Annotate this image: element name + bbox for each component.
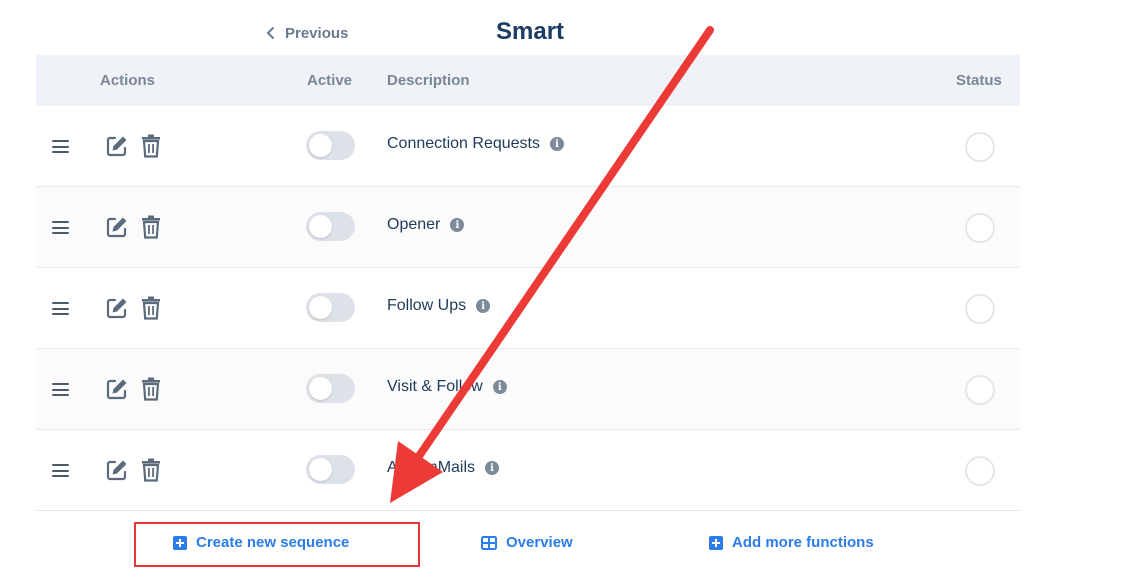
overview-label: Overview — [506, 534, 573, 551]
create-new-sequence-button[interactable]: Create new sequence — [173, 534, 349, 551]
description-text: Visit & Follow — [387, 378, 483, 395]
description-text: Follow Ups — [387, 297, 467, 314]
info-icon[interactable]: i — [485, 461, 500, 475]
info-icon[interactable]: i — [492, 380, 507, 394]
edit-icon[interactable] — [106, 459, 128, 481]
status-indicator — [965, 375, 995, 405]
footer-actions: Create new sequence Overview Add more fu… — [0, 512, 1135, 588]
active-toggle[interactable] — [306, 212, 355, 241]
drag-handle-icon[interactable] — [52, 302, 69, 315]
description-text: Auto InMails — [387, 459, 476, 476]
top-bar: Previous Smart — [0, 0, 1135, 55]
trash-icon[interactable] — [140, 134, 162, 158]
table-body: Connection Requests i Opener i Follow Up… — [36, 106, 1020, 511]
column-header-actions: Actions — [100, 72, 156, 89]
add-more-functions-label: Add more functions — [732, 534, 874, 551]
grid-icon — [481, 535, 497, 550]
edit-icon[interactable] — [106, 135, 128, 157]
overview-button[interactable]: Overview — [481, 534, 573, 551]
description-text: Opener — [387, 216, 441, 233]
description-cell: Opener i — [387, 216, 465, 234]
status-indicator — [965, 456, 995, 486]
table-row: Connection Requests i — [36, 106, 1020, 187]
description-text: Connection Requests — [387, 135, 540, 152]
info-icon[interactable]: i — [476, 299, 491, 313]
trash-icon[interactable] — [140, 215, 162, 239]
info-icon[interactable]: i — [549, 137, 564, 151]
description-cell: Auto InMails i — [387, 459, 500, 477]
drag-handle-icon[interactable] — [52, 383, 69, 396]
status-indicator — [965, 132, 995, 162]
info-icon[interactable]: i — [450, 218, 465, 232]
previous-link[interactable]: Previous — [265, 22, 348, 44]
previous-label: Previous — [285, 24, 349, 42]
column-header-active: Active — [307, 72, 353, 89]
chevron-left-icon — [267, 27, 274, 39]
column-header-description: Description — [387, 72, 470, 89]
active-toggle[interactable] — [306, 293, 355, 322]
edit-icon[interactable] — [106, 297, 128, 319]
drag-handle-icon[interactable] — [52, 140, 69, 153]
description-cell: Connection Requests i — [387, 135, 564, 153]
table-row: Auto InMails i — [36, 430, 1020, 511]
plus-square-icon — [173, 535, 187, 550]
status-indicator — [965, 294, 995, 324]
trash-icon[interactable] — [140, 377, 162, 401]
active-toggle[interactable] — [306, 455, 355, 484]
column-header-status: Status — [956, 72, 1002, 89]
create-new-sequence-label: Create new sequence — [196, 534, 350, 551]
table-row: Opener i — [36, 187, 1020, 268]
description-cell: Visit & Follow i — [387, 378, 507, 396]
page-title: Smart — [496, 18, 565, 45]
add-more-functions-button[interactable]: Add more functions — [709, 534, 874, 551]
table-row: Visit & Follow i — [36, 349, 1020, 430]
active-toggle[interactable] — [306, 374, 355, 403]
table-row: Follow Ups i — [36, 268, 1020, 349]
drag-handle-icon[interactable] — [52, 221, 69, 234]
plus-square-icon — [709, 535, 723, 550]
edit-icon[interactable] — [106, 216, 128, 238]
table-header: Actions Active Description Status — [36, 55, 1020, 106]
active-toggle[interactable] — [306, 131, 355, 160]
status-indicator — [965, 213, 995, 243]
drag-handle-icon[interactable] — [52, 464, 69, 477]
edit-icon[interactable] — [106, 378, 128, 400]
sequence-table: Actions Active Description Status Connec… — [36, 55, 1020, 511]
trash-icon[interactable] — [140, 458, 162, 482]
trash-icon[interactable] — [140, 296, 162, 320]
description-cell: Follow Ups i — [387, 297, 491, 315]
